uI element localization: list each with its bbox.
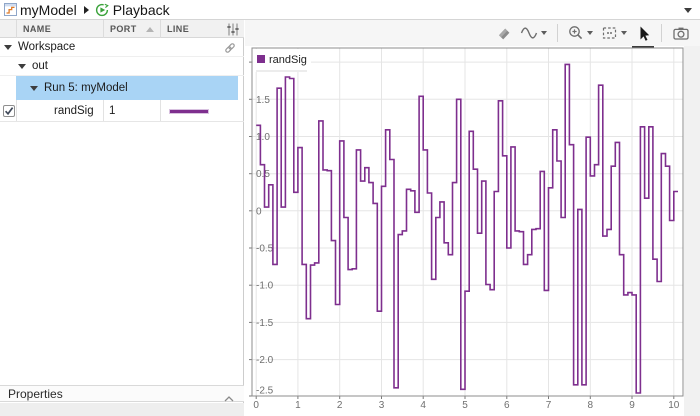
svg-text:2: 2	[337, 400, 343, 411]
svg-text:-2.5: -2.5	[256, 386, 274, 397]
playback-icon	[95, 3, 109, 17]
pointer-tool-button[interactable]	[631, 21, 655, 48]
svg-text:-0.5: -0.5	[256, 244, 274, 255]
column-header-line[interactable]: LINE	[160, 20, 228, 38]
sdi-playback-window: myModel Playback NAME PORT LINE Workspac…	[0, 0, 700, 416]
fit-to-view-button[interactable]	[597, 21, 631, 45]
svg-text:8: 8	[588, 400, 594, 411]
eraser-icon	[499, 28, 510, 40]
workspace-label: Workspace	[18, 41, 76, 53]
run-selection-highlight: Run 5: myModel	[16, 76, 238, 100]
breadcrumb-model-label: myModel	[20, 1, 77, 18]
breadcrumb-view-label: Playback	[112, 1, 170, 18]
zoom-in-icon	[569, 26, 583, 40]
table-header: NAME PORT LINE	[0, 20, 244, 38]
plot-legend: randSig	[253, 49, 311, 72]
arrow-cursor-icon	[640, 26, 650, 41]
table-row-randsig[interactable]: randSig 1	[0, 100, 244, 122]
camera-icon	[673, 27, 689, 40]
svg-text:1.0: 1.0	[256, 132, 270, 143]
snapshot-button[interactable]	[668, 21, 694, 45]
svg-text:0.5: 0.5	[256, 169, 270, 180]
svg-text:-2.0: -2.0	[256, 355, 274, 366]
svg-text:3: 3	[379, 400, 385, 411]
signal-browser-pane: NAME PORT LINE Workspace out Run 5: myMo…	[0, 20, 244, 416]
breadcrumb-separator-icon	[83, 5, 89, 14]
signal-wave-icon	[520, 27, 538, 39]
zoom-button[interactable]	[564, 21, 597, 45]
erase-button[interactable]	[492, 21, 516, 45]
svg-text:9: 9	[629, 400, 635, 411]
link-icon[interactable]	[224, 42, 236, 57]
svg-text:1.5: 1.5	[256, 95, 270, 106]
plot-toolbar	[245, 20, 700, 48]
signal-name: randSig	[54, 104, 94, 117]
sort-ascending-icon	[146, 26, 154, 32]
svg-text:-1.5: -1.5	[256, 318, 274, 329]
breadcrumb-model[interactable]: myModel	[20, 2, 77, 18]
pane-bottom-strip	[0, 403, 244, 416]
out-label: out	[32, 60, 48, 72]
svg-text:4: 4	[420, 400, 426, 411]
svg-text:0: 0	[253, 400, 259, 411]
column-header-name[interactable]: NAME	[16, 20, 103, 38]
chevron-down-icon	[621, 31, 627, 35]
plot-svg[interactable]: 0 1 2 3 4 5 6 7 8 9 10 1.5 1.0 0.5 0 -0.5 -1.0 -1.5 -2.0 -2…	[245, 46, 700, 416]
svg-text:1: 1	[295, 400, 301, 411]
expand-caret-icon[interactable]	[30, 85, 38, 91]
properties-label: Properties	[8, 386, 63, 401]
svg-text:7: 7	[546, 400, 552, 411]
signal-port: 1	[109, 104, 116, 117]
tree-row-workspace[interactable]: Workspace	[0, 38, 244, 57]
expand-caret-icon[interactable]	[4, 44, 12, 50]
window-dropdown-caret[interactable]	[684, 8, 692, 13]
signal-visibility-checkbox[interactable]	[3, 105, 15, 117]
tree-row-out[interactable]: out	[0, 57, 244, 76]
breadcrumb: myModel Playback	[0, 0, 700, 20]
breadcrumb-playback[interactable]: Playback	[95, 2, 170, 18]
chevron-down-icon	[541, 31, 547, 35]
chevron-down-icon	[587, 31, 593, 35]
tree-row-run[interactable]: Run 5: myModel	[0, 76, 244, 100]
svg-text:0: 0	[256, 206, 262, 217]
column-header-port[interactable]: PORT	[103, 20, 160, 38]
model-file-icon	[4, 3, 17, 16]
fit-to-view-icon	[602, 27, 617, 39]
run-label: Run 5: myModel	[44, 82, 128, 94]
svg-text:-1.0: -1.0	[256, 281, 274, 292]
signal-mode-button[interactable]	[516, 21, 551, 45]
svg-text:10: 10	[668, 400, 680, 411]
svg-text:6: 6	[504, 400, 510, 411]
expand-caret-icon[interactable]	[18, 63, 26, 69]
svg-text:5: 5	[462, 400, 468, 411]
svg-text:randSig: randSig	[269, 54, 307, 66]
signal-line-swatch	[169, 109, 209, 114]
properties-bar[interactable]: Properties	[0, 385, 244, 402]
